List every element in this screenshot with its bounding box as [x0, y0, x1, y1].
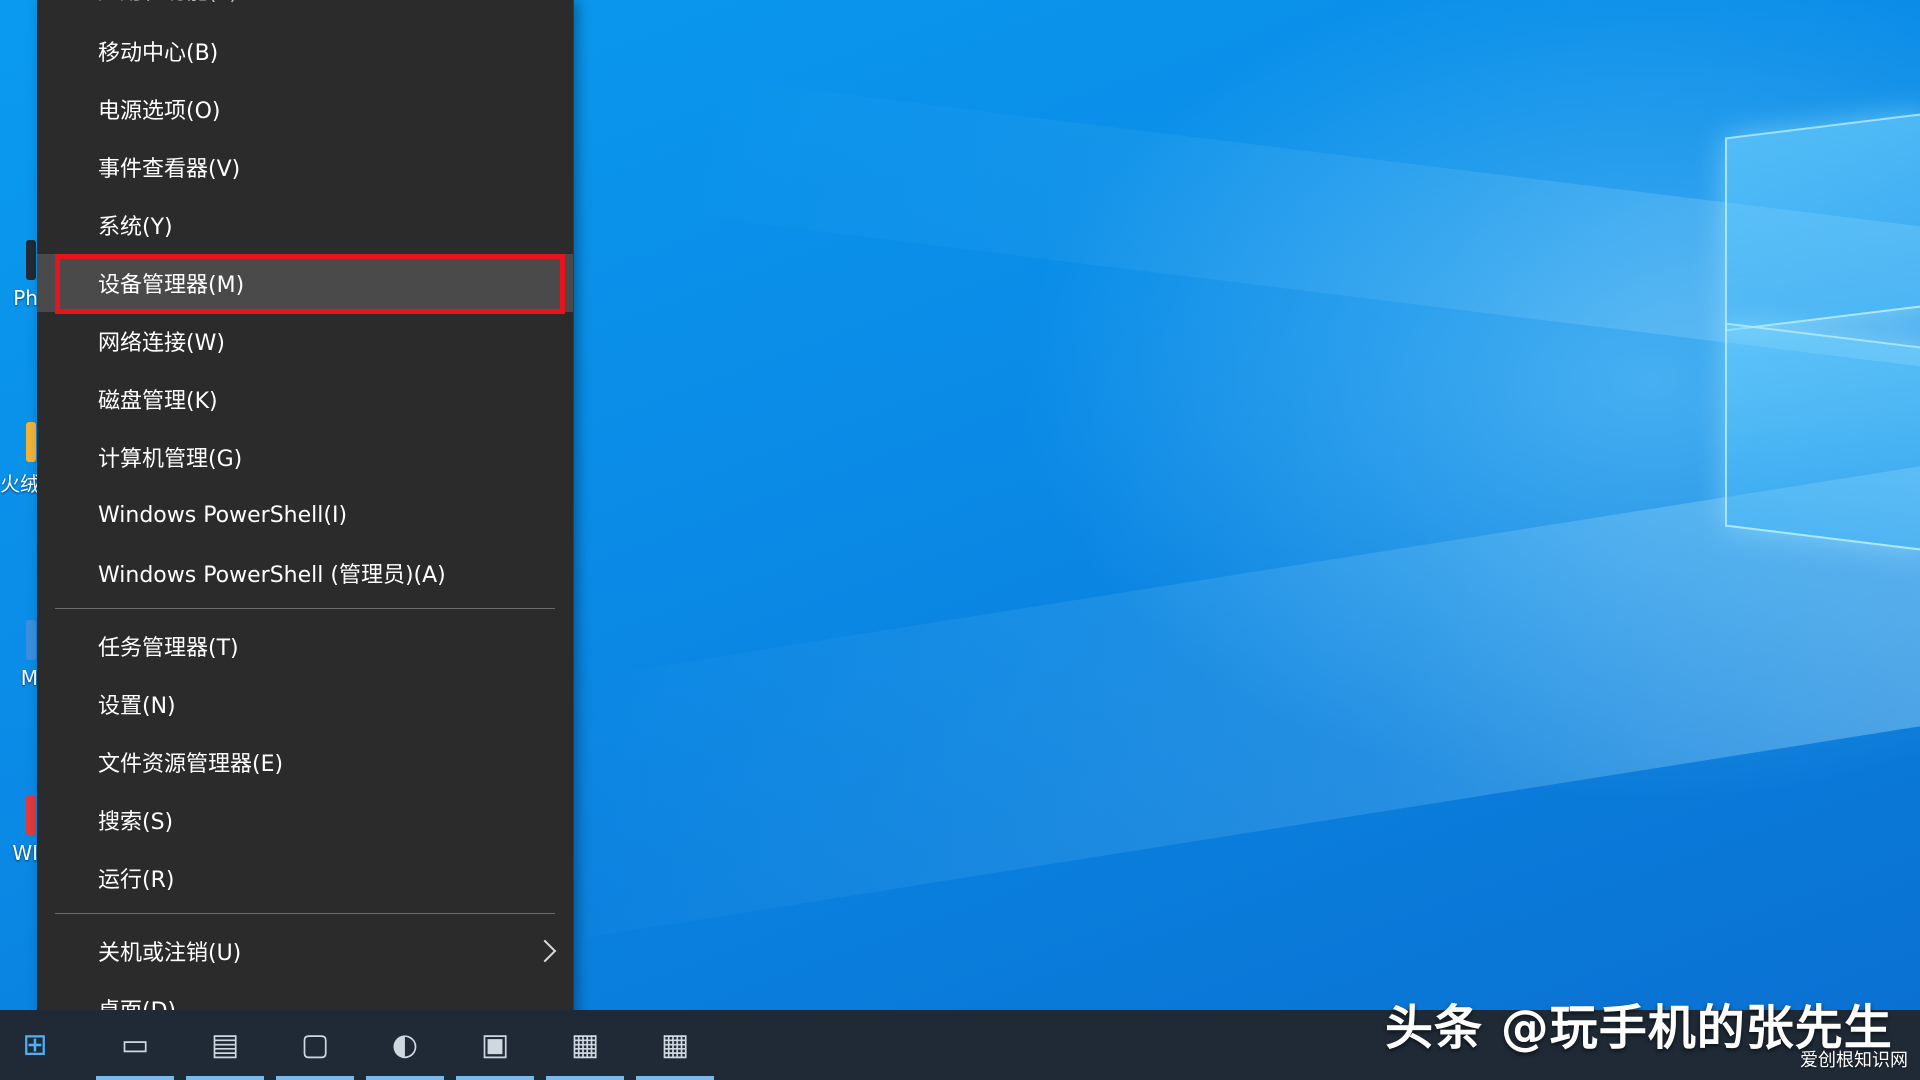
desktop-icon-label: M [20, 666, 38, 690]
folder-icon: ▤ [210, 1027, 240, 1063]
running-indicator [636, 1076, 714, 1080]
menu-separator [55, 913, 555, 914]
app-icon [26, 240, 36, 280]
menu-item-file-explorer[interactable]: 文件资源管理器(E) [37, 733, 573, 791]
running-indicator [186, 1076, 264, 1080]
taskbar-app-button[interactable]: ▢ [272, 1010, 358, 1080]
taskbar-app-button[interactable]: ▤ [182, 1010, 268, 1080]
running-indicator [366, 1076, 444, 1080]
start-button[interactable]: ⊞ [0, 1010, 70, 1080]
taskbar-app-button[interactable]: ▦ [542, 1010, 628, 1080]
running-indicator [456, 1076, 534, 1080]
menu-item-search[interactable]: 搜索(S) [37, 791, 573, 849]
menu-item-mobility-center[interactable]: 移动中心(B) [37, 22, 573, 80]
menu-item-task-manager[interactable]: 任务管理器(T) [37, 617, 573, 675]
app-icon: ▢ [300, 1027, 330, 1063]
taskbar-app-button[interactable]: ▦ [632, 1010, 718, 1080]
menu-item-settings[interactable]: 设置(N) [37, 675, 573, 733]
app-icon [26, 620, 36, 660]
app-icon: ▣ [480, 1027, 510, 1063]
taskbar-app-button[interactable]: ◐ [362, 1010, 448, 1080]
browser-icon: ◐ [391, 1027, 419, 1063]
winx-context-menu: 应用和功能(F) 移动中心(B) 电源选项(O) 事件查看器(V) 系统(Y) … [37, 0, 574, 1052]
corner-watermark: 爱创根知识网 [1800, 1050, 1908, 1071]
menu-item-event-viewer[interactable]: 事件查看器(V) [37, 138, 573, 196]
menu-item-network-connections[interactable]: 网络连接(W) [37, 312, 573, 370]
menu-item-power-options[interactable]: 电源选项(O) [37, 80, 573, 138]
computer-icon: ▦ [660, 1027, 690, 1063]
menu-item-label: 关机或注销(U) [98, 941, 242, 966]
desktop-icons: Ph 火绒 M WI [0, 0, 40, 1010]
menu-item-device-manager[interactable]: 设备管理器(M) [37, 254, 573, 312]
desktop-icon-label: 火绒 [0, 472, 38, 496]
running-indicator [546, 1076, 624, 1080]
app-icon [26, 795, 36, 835]
computer-icon: ▦ [570, 1027, 600, 1063]
windows-start-icon: ⊞ [22, 1027, 48, 1063]
app-icon [26, 422, 36, 462]
menu-item-powershell[interactable]: Windows PowerShell(I) [37, 486, 573, 544]
menu-item-run[interactable]: 运行(R) [37, 849, 573, 907]
desktop-icon-label: Ph [13, 286, 38, 310]
desktop-icon-label: WI [12, 841, 38, 865]
logo-pane [1725, 322, 1920, 552]
monitor-icon: ▭ [120, 1027, 150, 1063]
menu-separator [55, 608, 555, 609]
menu-item-disk-management[interactable]: 磁盘管理(K) [37, 370, 573, 428]
desktop-icon[interactable]: M [0, 620, 38, 690]
menu-item-computer-management[interactable]: 计算机管理(G) [37, 428, 573, 486]
chevron-right-icon [533, 939, 557, 963]
desktop-icon[interactable]: Ph [0, 240, 38, 310]
menu-item-system[interactable]: 系统(Y) [37, 196, 573, 254]
desktop-icon[interactable]: 火绒 [0, 422, 38, 497]
menu-item-powershell-admin[interactable]: Windows PowerShell (管理员)(A) [37, 544, 573, 602]
menu-item-apps-and-features[interactable]: 应用和功能(F) [37, 0, 573, 10]
taskbar-app-button[interactable]: ▭ [92, 1010, 178, 1080]
taskbar-app-button[interactable]: ▣ [452, 1010, 538, 1080]
logo-pane [1725, 112, 1920, 332]
menu-item-shutdown-signout[interactable]: 关机或注销(U) [37, 922, 573, 980]
wallpaper-light-beam [560, 460, 1920, 942]
running-indicator [276, 1076, 354, 1080]
desktop-icon[interactable]: WI [0, 795, 38, 865]
running-indicator [96, 1076, 174, 1080]
windows-logo-icon [1725, 95, 1920, 552]
